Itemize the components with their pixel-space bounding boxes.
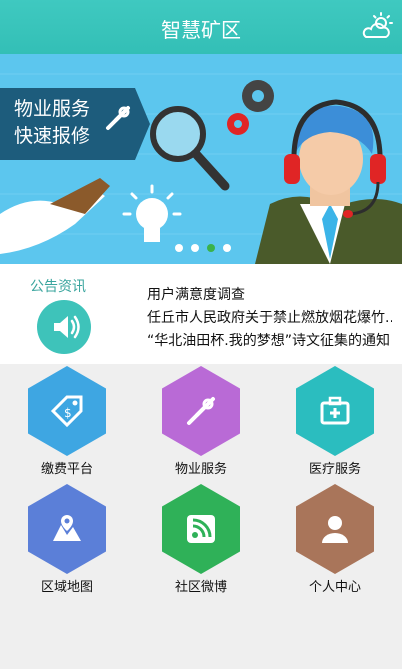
- speaker-icon-badge[interactable]: [37, 300, 91, 354]
- grid-label: 社区微博: [174, 580, 227, 595]
- tools-icon-hex: [162, 366, 240, 456]
- rss-icon-hex: [162, 484, 240, 574]
- notice-panel: 公告资讯 用户满意度调查 任丘市人民政府关于禁止燃放烟花爆竹... “华北油田杯…: [0, 264, 402, 364]
- grid-item-profile[interactable]: 个人中心: [275, 484, 395, 595]
- medical-kit-icon-hex: [296, 366, 374, 456]
- notice-item[interactable]: 任丘市人民政府关于禁止燃放烟花爆竹...: [147, 307, 392, 327]
- carousel-dot-active[interactable]: [207, 244, 215, 252]
- wrench-icon: [106, 106, 130, 130]
- app-title: 智慧矿区: [161, 18, 241, 42]
- banner-ribbon: 物业服务 快速报修: [0, 88, 150, 160]
- cloud-sun-icon[interactable]: [360, 10, 394, 44]
- notice-item[interactable]: 用户满意度调查: [147, 284, 392, 304]
- map-pin-icon: [53, 515, 81, 541]
- person-icon-hex: [296, 484, 374, 574]
- medical-kit-icon: [320, 396, 350, 425]
- svg-text:$: $: [64, 406, 72, 420]
- grid-item-medical[interactable]: 医疗服务: [275, 366, 395, 477]
- carousel-dot[interactable]: [191, 244, 199, 252]
- grid-label: 个人中心: [308, 580, 361, 595]
- grid-label: 区域地图: [40, 580, 93, 595]
- notice-label: 公告资讯: [30, 279, 86, 295]
- carousel-indicator[interactable]: [175, 244, 231, 252]
- person-icon: [322, 516, 348, 543]
- banner-line1: 物业服务: [14, 98, 91, 120]
- grid-item-payment[interactable]: $ 缴费平台: [7, 366, 127, 477]
- tools-icon: [187, 397, 215, 425]
- price-tag-icon: $: [50, 395, 83, 428]
- grid-item-weibo[interactable]: 社区微博: [141, 484, 261, 595]
- grid-label: 医疗服务: [308, 462, 361, 477]
- grid-item-map[interactable]: 区域地图: [7, 484, 127, 595]
- price-tag-icon-hex: $: [28, 366, 106, 456]
- notice-item[interactable]: “华北油田杯.我的梦想”诗文征集的通知: [147, 330, 392, 350]
- banner-text: 物业服务 快速报修: [14, 96, 90, 150]
- banner-line2: 快速报修: [14, 125, 91, 147]
- map-pin-icon-hex: [28, 484, 106, 574]
- carousel-dot[interactable]: [223, 244, 231, 252]
- grid-item-property[interactable]: 物业服务: [141, 366, 261, 477]
- speaker-icon: [54, 315, 80, 339]
- grid-label: 缴费平台: [40, 462, 93, 477]
- app-header: 智慧矿区: [0, 0, 402, 54]
- promo-banner[interactable]: 物业服务 快速报修: [0, 54, 402, 264]
- grid-label: 物业服务: [174, 462, 227, 477]
- carousel-dot[interactable]: [175, 244, 183, 252]
- rss-icon: [187, 515, 215, 543]
